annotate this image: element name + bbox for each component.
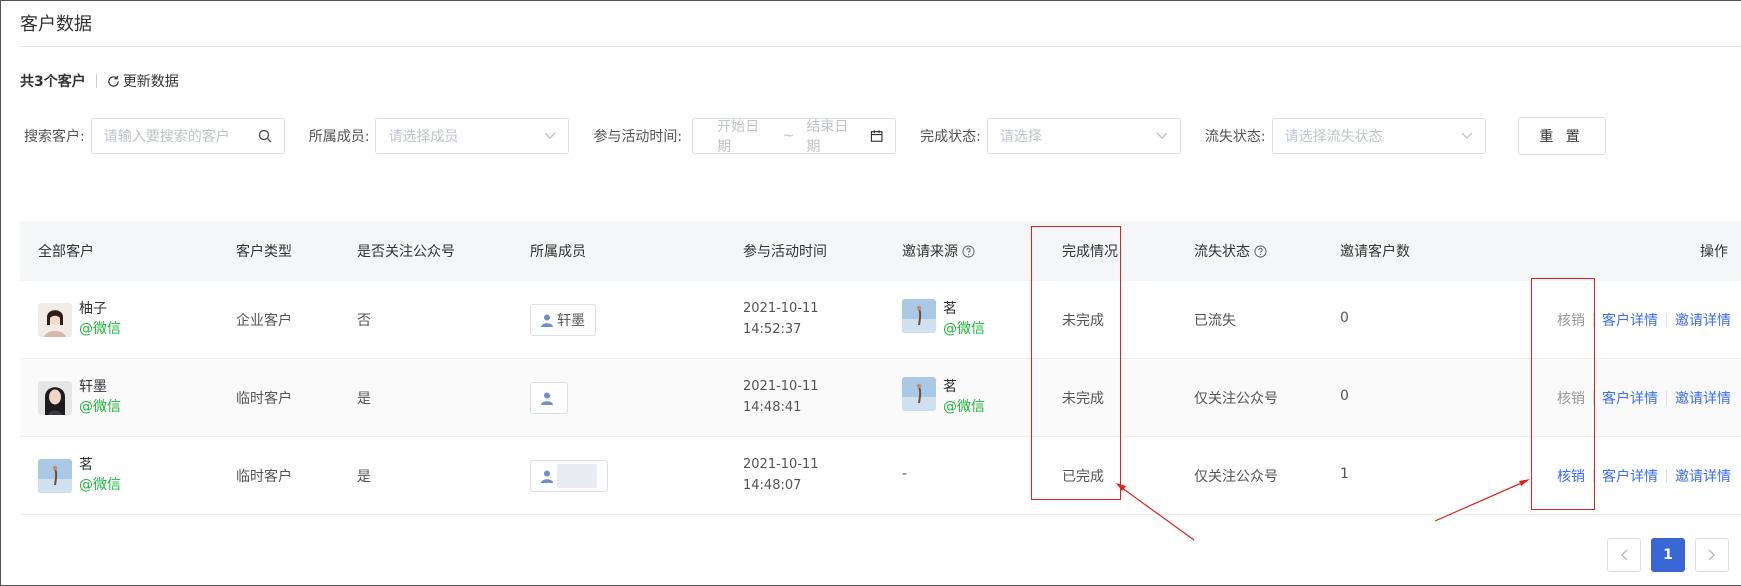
chevron-left-icon bbox=[1621, 549, 1628, 561]
page-button-current[interactable]: 1 bbox=[1651, 538, 1685, 572]
next-page-button[interactable] bbox=[1695, 538, 1729, 572]
chevron-right-icon bbox=[1708, 549, 1715, 561]
annotation-arrows bbox=[1116, 479, 1530, 541]
prev-page-button[interactable] bbox=[1607, 538, 1641, 572]
pagination: 1 bbox=[1597, 538, 1729, 572]
